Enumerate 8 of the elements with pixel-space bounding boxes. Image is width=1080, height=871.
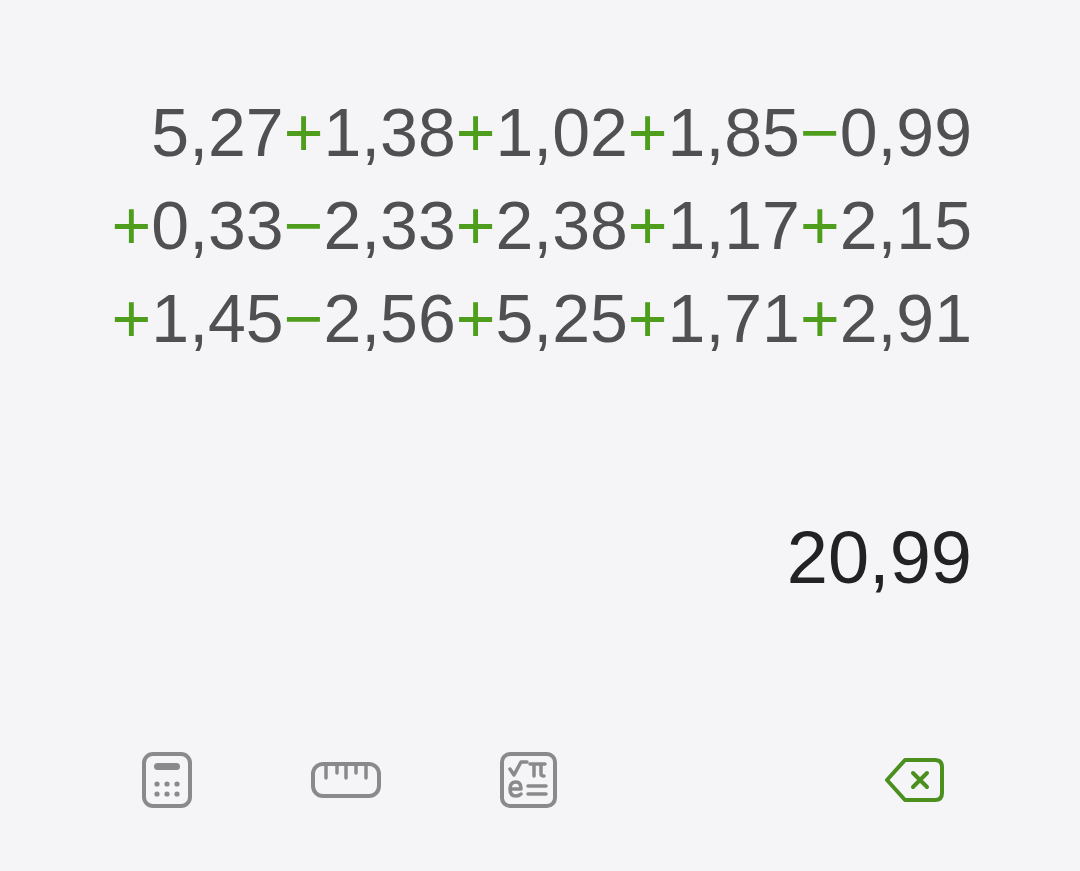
expression-line: +1,45−2,56+5,25+1,71+2,91 xyxy=(111,279,972,358)
result-value: 20,99 xyxy=(786,518,972,598)
backspace-icon[interactable] xyxy=(884,757,944,803)
calculator-icon[interactable] xyxy=(142,752,192,808)
ruler-icon[interactable] xyxy=(311,762,381,798)
expression-line: 5,27+1,38+1,02+1,85−0,99 xyxy=(151,93,972,172)
expression-line: +0,33−2,33+2,38+1,17+2,15 xyxy=(111,186,972,265)
math-symbols-icon[interactable] xyxy=(500,752,557,808)
